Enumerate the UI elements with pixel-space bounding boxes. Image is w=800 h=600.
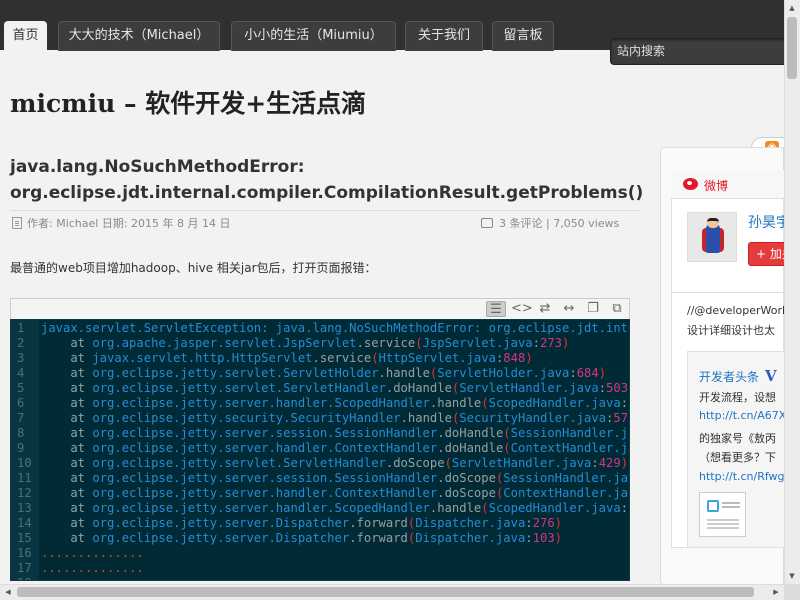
tab-life[interactable]: 小小的生活（Miumiu） bbox=[231, 21, 396, 51]
code-line: at org.eclipse.jetty.server.handler.Cont… bbox=[41, 486, 630, 500]
meta-divider bbox=[10, 210, 640, 211]
line-number: 7 bbox=[17, 411, 25, 425]
repost-line-1: 开发流程，设想 bbox=[699, 391, 776, 404]
post-title[interactable]: java.lang.NoSuchMethodError: org.eclipse… bbox=[10, 154, 644, 206]
feed-line-1: //@developerWorks bbox=[687, 304, 784, 317]
code-line: .............. bbox=[41, 546, 144, 560]
line-number: 1 bbox=[17, 321, 25, 335]
code-line: at org.apache.jasper.servlet.JspServlet.… bbox=[41, 336, 570, 350]
avatar-head bbox=[707, 218, 719, 228]
code-line: javax.servlet.ServletException: java.lan… bbox=[41, 321, 629, 335]
tab-guestbook[interactable]: 留言板 bbox=[492, 21, 554, 51]
feed-post-text: //@developerWorks 设计详细设计也太 bbox=[687, 301, 784, 341]
verified-icon: V bbox=[765, 367, 777, 385]
horizontal-scroll-thumb[interactable] bbox=[17, 587, 754, 597]
code-gutter: 123456789101112131415161718 bbox=[11, 320, 39, 580]
line-number: 10 bbox=[17, 456, 32, 470]
line-number: 3 bbox=[17, 351, 25, 365]
line-number: 13 bbox=[17, 501, 32, 515]
vertical-scrollbar[interactable] bbox=[784, 0, 800, 584]
code-line: at org.eclipse.jetty.server.session.Sess… bbox=[41, 471, 630, 485]
feed-line-2: 设计详细设计也太 bbox=[687, 324, 775, 337]
thumbnail-logo bbox=[707, 500, 719, 512]
repost-line-2: 的独家号《敖丙 bbox=[699, 432, 776, 445]
tab-about[interactable]: 关于我们 bbox=[405, 21, 483, 51]
weibo-title[interactable]: 微博 bbox=[704, 177, 728, 194]
avatar[interactable] bbox=[687, 212, 737, 262]
code-icon[interactable]: <> bbox=[511, 301, 533, 317]
code-line: at org.eclipse.jetty.server.Dispatcher.f… bbox=[41, 516, 562, 530]
search-input[interactable]: 站内搜索 bbox=[610, 38, 790, 65]
scroll-up-icon[interactable]: ▲ bbox=[784, 0, 800, 16]
code-line: at org.eclipse.jetty.server.handler.Scop… bbox=[41, 396, 629, 410]
code-line: at org.eclipse.jetty.servlet.ServletHold… bbox=[41, 366, 607, 380]
line-number: 5 bbox=[17, 381, 25, 395]
code-line: at org.eclipse.jetty.server.handler.Scop… bbox=[41, 501, 629, 515]
line-number: 15 bbox=[17, 531, 32, 545]
code-line: at org.eclipse.jetty.servlet.ServletHand… bbox=[41, 381, 629, 395]
line-number: 9 bbox=[17, 441, 25, 455]
scroll-left-icon[interactable]: ◀ bbox=[0, 584, 16, 600]
line-number: 11 bbox=[17, 471, 32, 485]
line-number: 12 bbox=[17, 486, 32, 500]
line-number: 4 bbox=[17, 366, 25, 380]
follow-button[interactable]: + 加关注 bbox=[748, 242, 800, 266]
code-line: at org.eclipse.jetty.server.Dispatcher.f… bbox=[41, 531, 562, 545]
line-number: 17 bbox=[17, 561, 32, 575]
copy-icon[interactable]: ❐ bbox=[583, 301, 603, 317]
code-line: at org.eclipse.jetty.server.handler.Cont… bbox=[41, 441, 629, 455]
document-icon bbox=[12, 217, 22, 229]
site-title[interactable]: micmiu – 软件开发+生活点滴 bbox=[10, 84, 366, 120]
post-title-line-2: org.eclipse.jdt.internal.compiler.Compil… bbox=[10, 183, 644, 203]
repost-thumbnail[interactable] bbox=[699, 492, 746, 537]
code-line: at org.eclipse.jetty.server.session.Sess… bbox=[41, 426, 629, 440]
line-number: 14 bbox=[17, 516, 32, 530]
scroll-right-icon[interactable]: ▶ bbox=[768, 584, 784, 600]
code-line: at javax.servlet.http.HttpServlet.servic… bbox=[41, 351, 533, 365]
thumbnail-body-lines bbox=[707, 519, 739, 521]
wrap-icon[interactable]: ⇄ bbox=[535, 301, 555, 317]
line-number: 8 bbox=[17, 426, 25, 440]
post-title-line-1: java.lang.NoSuchMethodError: bbox=[10, 157, 305, 177]
code-line: .............. bbox=[41, 561, 144, 575]
line-number: 6 bbox=[17, 396, 25, 410]
scroll-down-icon[interactable]: ▼ bbox=[784, 568, 800, 584]
feed-divider bbox=[671, 292, 784, 293]
post-intro: 最普通的web项目增加hadoop、hive 相关jar包后，打开页面报错： bbox=[10, 261, 377, 275]
post-stats[interactable]: 3 条评论 | 7,050 views bbox=[481, 215, 619, 231]
line-number: 16 bbox=[17, 546, 32, 560]
post-author-date: 作者: Michael 日期: 2015 年 8 月 14 日 bbox=[27, 217, 231, 230]
tab-home[interactable]: 首页 bbox=[4, 21, 47, 51]
repost-link-2[interactable]: http://t.cn/RfwgV bbox=[699, 470, 792, 483]
line-number: 18 bbox=[11, 576, 39, 580]
code-line: at org.eclipse.jetty.servlet.ServletHand… bbox=[41, 456, 629, 470]
view-source-icon[interactable]: ☰ bbox=[486, 301, 506, 317]
line-number: 2 bbox=[17, 336, 25, 350]
vertical-scroll-thumb[interactable] bbox=[787, 17, 797, 79]
code-block[interactable]: 123456789101112131415161718 javax.servle… bbox=[10, 319, 630, 581]
comment-icon bbox=[481, 218, 493, 228]
code-line: at org.eclipse.jetty.security.SecurityHa… bbox=[41, 411, 629, 425]
thumbnail-text-lines bbox=[722, 502, 740, 504]
expand-icon[interactable]: ↔ bbox=[559, 301, 579, 317]
code-toolbar: ☰ <> ⇄ ↔ ❐ ⧉ bbox=[10, 298, 630, 319]
repost-line-3: （想看更多？下 bbox=[699, 451, 776, 464]
repost-link-1[interactable]: http://t.cn/A67X0 bbox=[699, 409, 793, 422]
repost-source[interactable]: 开发者头条 bbox=[699, 368, 759, 385]
popup-icon[interactable]: ⧉ bbox=[607, 301, 627, 317]
weibo-icon bbox=[683, 178, 698, 190]
post-stats-text[interactable]: 3 条评论 | 7,050 views bbox=[499, 217, 619, 230]
scrollbar-corner bbox=[784, 584, 800, 600]
post-meta: 作者: Michael 日期: 2015 年 8 月 14 日 bbox=[12, 215, 231, 231]
tab-tech[interactable]: 大大的技术（Michael） bbox=[58, 21, 220, 51]
